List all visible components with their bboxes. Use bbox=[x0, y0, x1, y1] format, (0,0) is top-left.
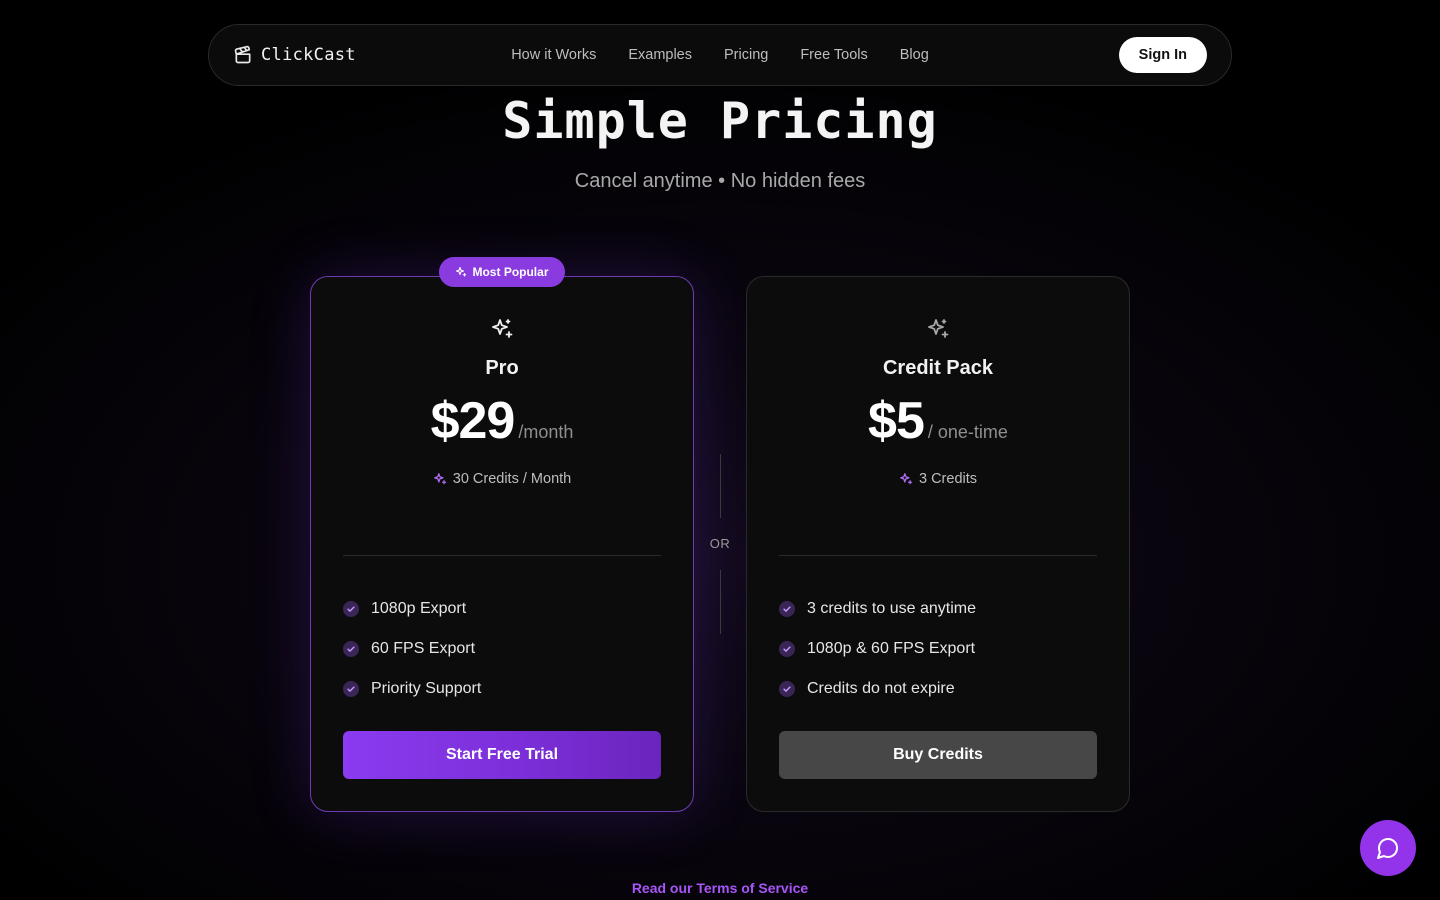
sparkles-icon bbox=[928, 319, 949, 338]
card-divider bbox=[779, 555, 1097, 556]
plan-credits: 3 Credits bbox=[747, 471, 1129, 487]
page-subtitle: Cancel anytime • No hidden fees bbox=[574, 170, 866, 192]
terms-of-service-link[interactable]: Read our Terms of Service bbox=[0, 880, 1440, 896]
price-row: $29 /month bbox=[311, 391, 693, 451]
nav-link-free-tools[interactable]: Free Tools bbox=[800, 47, 867, 63]
feature-label: 60 FPS Export bbox=[371, 640, 476, 657]
sparkles-icon bbox=[456, 266, 467, 277]
check-icon bbox=[343, 641, 359, 657]
brand-name: ClickCast bbox=[261, 45, 356, 65]
check-icon bbox=[343, 601, 359, 617]
plan-icon-wrap bbox=[747, 317, 1129, 341]
nav-link-pricing[interactable]: Pricing bbox=[724, 47, 768, 63]
feature-item: 1080p & 60 FPS Export bbox=[779, 629, 976, 669]
feature-item: Priority Support bbox=[343, 669, 481, 709]
feature-item: Credits do not expire bbox=[779, 669, 976, 709]
plan-icon-wrap bbox=[311, 317, 693, 341]
pricing-card-credit-pack: Credit Pack $5 / one-time 3 Credits 3 cr… bbox=[746, 276, 1130, 812]
plan-period: / one-time bbox=[927, 422, 1008, 442]
nav-link-examples[interactable]: Examples bbox=[628, 47, 692, 63]
page-title: Simple Pricing bbox=[502, 92, 938, 150]
or-divider-line-top bbox=[720, 454, 721, 518]
feature-item: 3 credits to use anytime bbox=[779, 589, 976, 629]
price-row: $5 / one-time bbox=[747, 391, 1129, 451]
check-icon bbox=[779, 641, 795, 657]
nav-links: How it Works Examples Pricing Free Tools… bbox=[209, 25, 1231, 85]
check-icon bbox=[343, 681, 359, 697]
buy-credits-button[interactable]: Buy Credits bbox=[779, 731, 1097, 779]
feature-label: Priority Support bbox=[371, 680, 482, 697]
nav-link-blog[interactable]: Blog bbox=[900, 47, 929, 63]
sparkles-icon bbox=[433, 473, 446, 485]
feature-label: Credits do not expire bbox=[807, 680, 955, 697]
check-icon bbox=[779, 601, 795, 617]
clapperboard-icon bbox=[233, 45, 253, 65]
sign-in-button[interactable]: Sign In bbox=[1118, 37, 1207, 73]
feature-list: 1080p Export 60 FPS Export Priority Supp… bbox=[343, 589, 481, 709]
start-free-trial-button[interactable]: Start Free Trial bbox=[343, 731, 661, 779]
plan-period: /month bbox=[518, 422, 574, 442]
pricing-card-pro: Most Popular Pro $29 /month 30 Credits /… bbox=[310, 257, 694, 812]
most-popular-badge: Most Popular bbox=[439, 257, 565, 287]
feature-label: 1080p & 60 FPS Export bbox=[807, 640, 976, 657]
plan-name: Credit Pack bbox=[882, 357, 994, 379]
feature-list: 3 credits to use anytime 1080p & 60 FPS … bbox=[779, 589, 976, 709]
sparkles-icon bbox=[492, 319, 513, 338]
chat-bubble-icon bbox=[1377, 838, 1398, 859]
page: ClickCast How it Works Examples Pricing … bbox=[0, 0, 1440, 900]
feature-label: 1080p Export bbox=[371, 600, 467, 617]
feature-label: 3 credits to use anytime bbox=[807, 600, 976, 617]
feature-item: 1080p Export bbox=[343, 589, 481, 629]
plan-credits: 30 Credits / Month bbox=[311, 471, 693, 487]
card-divider bbox=[343, 555, 661, 556]
or-separator: OR bbox=[709, 536, 731, 551]
feature-item: 60 FPS Export bbox=[343, 629, 481, 669]
plan-price: $29 bbox=[430, 392, 516, 450]
nav-link-how-it-works[interactable]: How it Works bbox=[511, 47, 596, 63]
brand-logo[interactable]: ClickCast bbox=[233, 25, 356, 85]
plan-credits-label: 30 Credits / Month bbox=[452, 471, 572, 487]
plan-name: Pro bbox=[485, 357, 519, 379]
sparkles-icon bbox=[900, 473, 913, 485]
plan-price: $5 bbox=[868, 392, 925, 450]
or-divider-line-bottom bbox=[720, 570, 721, 634]
plan-credits-label: 3 Credits bbox=[918, 471, 978, 487]
check-icon bbox=[779, 681, 795, 697]
badge-label: Most Popular bbox=[472, 265, 549, 279]
top-navbar: ClickCast How it Works Examples Pricing … bbox=[208, 24, 1232, 86]
chat-widget-button[interactable] bbox=[1360, 820, 1416, 876]
